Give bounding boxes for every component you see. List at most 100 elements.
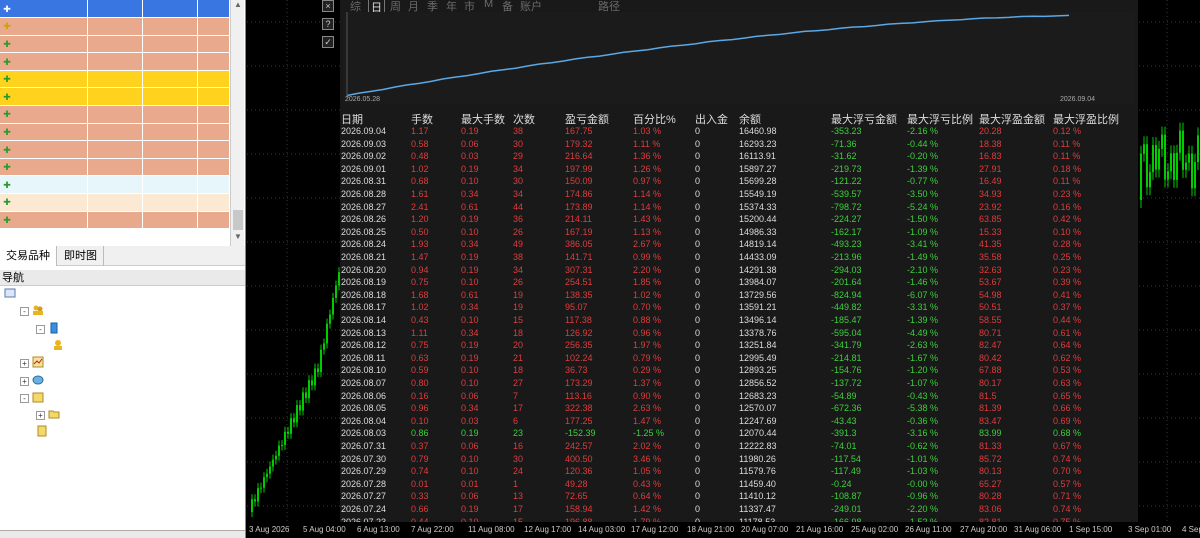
table-row[interactable]: 2026.08.21 1.47 0.19 38 141.71 0.99 % 0 14433.0… (341, 251, 1138, 264)
navigator-item[interactable] (36, 424, 52, 441)
market-watch-row[interactable]: ✚ (0, 175, 230, 195)
scroll-up-icon[interactable]: ▲ (233, 0, 243, 12)
table-row[interactable]: 2026.07.28 0.01 0.01 1 49.28 0.43 % 0 11459.40 -… (341, 478, 1138, 491)
table-cell: -1.07 % (907, 378, 939, 388)
table-row[interactable]: 2026.09.04 1.17 0.19 38 167.75 1.03 % 0 16460.9… (341, 125, 1138, 138)
table-row[interactable]: 2026.09.03 0.58 0.06 30 179.32 1.11 % 0 16293.2… (341, 138, 1138, 151)
table-row[interactable]: 2026.07.24 0.66 0.19 17 158.94 1.42 % 0 11337.4… (341, 503, 1138, 516)
table-row[interactable]: 2026.08.18 1.68 0.61 19 138.35 1.02 % 0 13729.5… (341, 289, 1138, 302)
market-watch-row[interactable]: ✚ (0, 87, 230, 107)
table-cell: 16293.23 (739, 138, 777, 149)
table-cell: 2026.09.03 (341, 138, 387, 149)
table-cell: 81.39 (979, 403, 1002, 414)
market-watch-row[interactable]: ✚ (0, 0, 230, 19)
market-watch-scrollbar[interactable]: ▲ ▼ (230, 0, 244, 246)
scroll-thumb[interactable] (233, 210, 243, 230)
collapse-icon[interactable]: - (20, 393, 29, 403)
tab-symbols[interactable]: 交易品种 (0, 246, 57, 266)
table-row[interactable]: 2026.07.29 0.74 0.10 24 120.36 1.05 % 0 11579.7… (341, 465, 1138, 478)
table-row[interactable]: 2026.08.31 0.68 0.10 30 150.09 0.97 % 0 15699.2… (341, 175, 1138, 188)
symbol-cell: ✚ (0, 193, 89, 212)
table-cell: -672.36 (831, 403, 862, 414)
table-cell: 36.73 (565, 365, 588, 376)
table-row[interactable]: 2026.08.17 1.02 0.34 19 95.07 0.70 % 0 13591.21… (341, 301, 1138, 314)
table-cell: 81.5 (979, 390, 997, 401)
navigator-item[interactable]: + (36, 407, 64, 424)
table-row[interactable]: 2026.08.04 0.10 0.03 6 177.25 1.47 % 0 12247.69… (341, 415, 1138, 428)
table-row[interactable]: 2026.08.28 1.61 0.34 34 174.86 1.14 % 0 15549.1… (341, 188, 1138, 201)
chart-close-icon[interactable]: × (322, 0, 334, 12)
navigator-item[interactable] (4, 286, 20, 303)
table-cell: 95.07 (565, 302, 588, 313)
table-cell: -43.43 (831, 415, 857, 426)
table-row[interactable]: 2026.09.02 0.48 0.03 29 216.64 1.36 % 0 16113.9… (341, 150, 1138, 163)
market-watch-row[interactable]: ✚ (0, 123, 230, 142)
script-icon (36, 425, 48, 437)
navigator-item[interactable]: - (20, 390, 48, 407)
table-cell: 14986.33 (739, 226, 777, 237)
table-cell: -121.22 (831, 176, 862, 187)
table-cell: 2026.08.03 (341, 428, 387, 439)
navigator-item[interactable]: + (20, 373, 48, 390)
expand-icon[interactable]: + (20, 376, 29, 386)
expand-icon[interactable]: + (36, 411, 45, 421)
table-row[interactable]: 2026.08.25 0.50 0.10 26 167.19 1.13 % 0 14986.3… (341, 226, 1138, 239)
table-row[interactable]: 2026.08.07 0.80 0.10 27 173.29 1.37 % 0 12856.5… (341, 377, 1138, 390)
navigator-item[interactable]: + (20, 355, 48, 372)
candle-body (1155, 145, 1157, 170)
ask-cell (142, 123, 199, 142)
table-cell: 0.68 % (1053, 428, 1082, 439)
market-watch-row[interactable]: ✚ (0, 105, 230, 124)
market-watch-row[interactable]: ✚ (0, 158, 230, 177)
chart-help-icon[interactable]: ? (322, 18, 334, 30)
table-row[interactable]: 2026.07.30 0.79 0.10 30 400.50 3.46 % 0 11980.2… (341, 453, 1138, 466)
table-cell: 1.61 (411, 189, 429, 199)
table-cell: 49.28 (565, 478, 588, 489)
table-cell: 2.02 % (633, 441, 662, 451)
table-row[interactable]: 2026.08.11 0.63 0.19 21 102.24 0.79 % 0 12995.4… (341, 352, 1138, 365)
chart-check-icon[interactable]: ✓ (322, 36, 334, 48)
table-cell: 0.19 (461, 340, 479, 351)
report-tab[interactable]: M (484, 0, 493, 10)
collapse-icon[interactable]: - (36, 324, 45, 334)
table-row[interactable]: 2026.07.31 0.37 0.06 16 242.57 2.02 % 0 12222.8… (341, 440, 1138, 453)
table-cell: 0.69 % (1053, 415, 1082, 426)
ask-cell (142, 87, 199, 107)
table-row[interactable]: 2026.08.14 0.43 0.10 15 117.38 0.88 % 0 13496.1… (341, 314, 1138, 327)
table-cell: 15200.44 (739, 214, 777, 225)
scroll-down-icon[interactable]: ▼ (233, 232, 243, 244)
direction-icon: ✚ (3, 214, 11, 225)
ask-cell (142, 0, 199, 19)
market-watch-row[interactable]: ✚ (0, 35, 230, 54)
tab-tick-chart[interactable]: 即时图 (58, 246, 104, 266)
table-row[interactable]: 2026.08.13 1.11 0.34 18 126.92 0.96 % 0 13378.7… (341, 327, 1138, 340)
market-watch-row[interactable]: ✚ (0, 211, 230, 230)
table-row[interactable]: 2026.08.06 0.16 0.06 7 113.16 0.90 % 0 12683.23… (341, 390, 1138, 403)
table-row[interactable]: 2026.08.03 0.86 0.19 23 -152.39 -1.25 % 0 12070… (341, 427, 1138, 440)
table-row[interactable]: 2026.08.12 0.75 0.19 20 256.35 1.97 % 0 13251.8… (341, 339, 1138, 352)
table-row[interactable]: 2026.09.01 1.02 0.19 34 197.99 1.26 % 0 15897.2… (341, 163, 1138, 176)
table-row[interactable]: 2026.08.10 0.59 0.10 18 36.73 0.29 % 0 12893.25… (341, 364, 1138, 377)
table-row[interactable]: 2026.08.20 0.94 0.19 34 307.31 2.20 % 0 14291.3… (341, 264, 1138, 277)
navigator-item[interactable]: - (20, 303, 48, 320)
market-watch-row[interactable]: ✚ (0, 52, 230, 71)
table-cell: 2026.08.04 (341, 415, 387, 426)
table-row[interactable]: 2026.08.27 2.41 0.61 44 173.89 1.14 % 0 15374.3… (341, 201, 1138, 214)
table-row[interactable]: 2026.07.27 0.33 0.06 13 72.65 0.64 % 0 11410.12… (341, 490, 1138, 503)
market-watch-row[interactable]: ✚ (0, 17, 230, 36)
navigator-item[interactable]: - (36, 321, 64, 338)
market-watch-row[interactable]: ✚ (0, 140, 230, 159)
table-row[interactable]: 2026.08.19 0.75 0.10 26 254.51 1.85 % 0 13984.0… (341, 276, 1138, 289)
table-row[interactable]: 2026.08.26 1.20 0.19 36 214.11 1.43 % 0 15200.4… (341, 213, 1138, 226)
table-cell: 0.33 (411, 491, 429, 502)
table-cell: 0.03 (461, 415, 479, 426)
table-row[interactable]: 2026.08.05 0.96 0.34 17 322.38 2.63 % 0 12570.0… (341, 402, 1138, 415)
expand-icon[interactable]: + (20, 359, 29, 369)
collapse-icon[interactable]: - (20, 307, 29, 317)
market-watch-row[interactable]: ✚ (0, 193, 230, 212)
navigator-item[interactable] (52, 338, 68, 355)
table-cell: -71.36 (831, 138, 857, 149)
market-watch-row[interactable]: ✚ (0, 70, 230, 89)
table-cell: 0.37 (411, 441, 429, 451)
table-row[interactable]: 2026.08.24 1.93 0.34 49 386.05 2.67 % 0 14819.1… (341, 238, 1138, 251)
